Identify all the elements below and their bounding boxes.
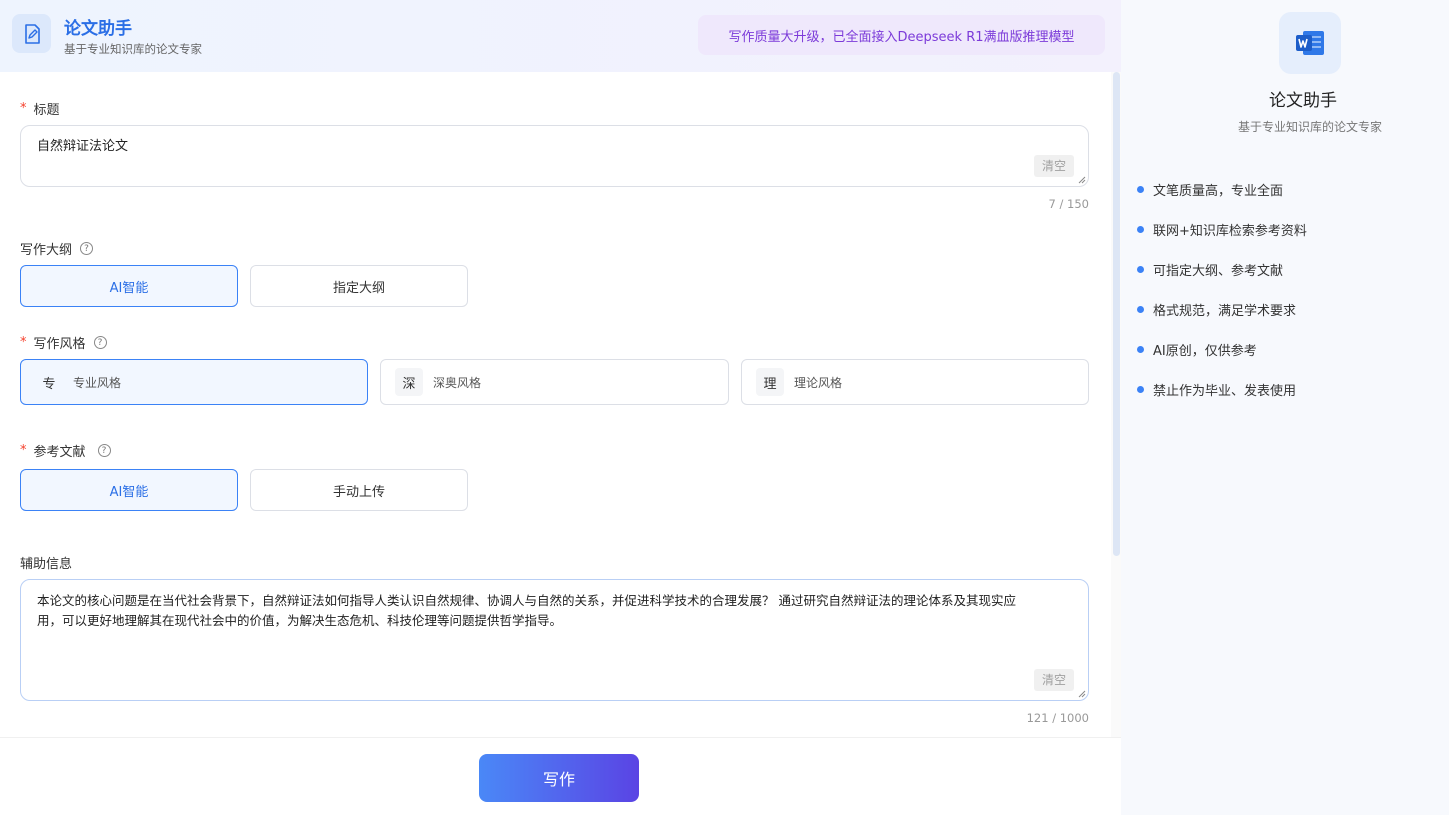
word-doc-icon: [1279, 12, 1341, 74]
bullet-dot: [1137, 345, 1144, 353]
question-circle-icon[interactable]: ?: [80, 242, 94, 255]
style-badge: 专: [42, 376, 56, 392]
feature-item: AI原创，仅供参考: [1137, 341, 1257, 359]
outline-label: 写作大纲 ?: [20, 239, 94, 258]
bullet-dot: [1137, 305, 1144, 313]
title-input-value: 自然辩证法论文: [37, 139, 129, 154]
aux-input[interactable]: 本论文的核心问题是在当代社会背景下，自然辩证法如何指导人类认识自然规律、协调人与…: [20, 579, 1089, 701]
sidebar-title: 论文助手: [1269, 91, 1337, 111]
question-circle-icon[interactable]: ?: [97, 444, 111, 457]
title-input[interactable]: 自然辩证法论文 清空: [20, 125, 1089, 187]
bullet-dot: [1137, 185, 1144, 193]
style-name: 深奥风格: [433, 375, 482, 390]
required-mark: *: [20, 443, 27, 458]
bullet-dot: [1137, 385, 1144, 393]
feature-item: 格式规范，满足学术要求: [1137, 301, 1296, 319]
resize-handle-icon[interactable]: [1077, 175, 1086, 184]
required-mark: *: [20, 101, 27, 116]
title-label: * 标题: [20, 101, 60, 118]
title-clear-button[interactable]: 清空: [1034, 155, 1074, 177]
app-title: 论文助手: [64, 19, 132, 39]
required-mark: *: [20, 335, 27, 350]
app-subtitle: 基于专业知识库的论文专家: [64, 42, 202, 56]
refs-option-ai[interactable]: AI智能: [20, 469, 238, 511]
scrollbar-thumb[interactable]: [1113, 72, 1120, 556]
feature-item: 可指定大纲、参考文献: [1137, 261, 1283, 279]
aux-input-value: 本论文的核心问题是在当代社会背景下，自然辩证法如何指导人类认识自然规律、协调人与…: [37, 593, 1016, 628]
feature-item: 联网+知识库检索参考资料: [1137, 221, 1307, 239]
document-edit-icon: [12, 14, 51, 53]
aux-label: 辅助信息: [20, 557, 73, 572]
style-option-professional[interactable]: 专 专业风格: [20, 359, 368, 405]
aux-counter: 121 / 1000: [1026, 711, 1089, 725]
write-button[interactable]: 写作: [479, 754, 639, 802]
sidebar-subtitle: 基于专业知识库的论文专家: [1237, 120, 1382, 134]
outline-option-ai[interactable]: AI智能: [20, 265, 238, 307]
feature-item: 禁止作为毕业、发表使用: [1137, 381, 1296, 399]
question-circle-icon[interactable]: ?: [93, 336, 107, 349]
main-panel: 论文助手 基于专业知识库的论文专家 写作质量大升级，已全面接入Deepseek …: [0, 0, 1121, 815]
style-label: * 写作风格 ?: [20, 333, 107, 352]
feature-item: 文笔质量高，专业全面: [1137, 181, 1283, 199]
app-header: 论文助手 基于专业知识库的论文专家 写作质量大升级，已全面接入Deepseek …: [0, 0, 1121, 72]
refs-option-upload[interactable]: 手动上传: [250, 469, 468, 511]
style-option-theory[interactable]: 理 理论风格: [741, 359, 1089, 405]
style-badge: 深: [395, 368, 423, 396]
style-badge: 理: [756, 368, 784, 396]
bullet-dot: [1137, 265, 1144, 273]
refs-label: * 参考文献 ?: [20, 441, 111, 460]
outline-option-custom[interactable]: 指定大纲: [250, 265, 468, 307]
style-option-profound[interactable]: 深 深奥风格: [380, 359, 729, 405]
style-name: 专业风格: [73, 375, 122, 390]
promo-banner[interactable]: 写作质量大升级，已全面接入Deepseek R1满血版推理模型: [698, 15, 1105, 55]
style-name: 理论风格: [794, 375, 843, 390]
title-counter: 7 / 150: [1048, 197, 1089, 211]
aux-clear-button[interactable]: 清空: [1034, 669, 1074, 691]
footer-divider: [0, 737, 1121, 738]
resize-handle-icon[interactable]: [1077, 689, 1086, 698]
bullet-dot: [1137, 225, 1144, 233]
